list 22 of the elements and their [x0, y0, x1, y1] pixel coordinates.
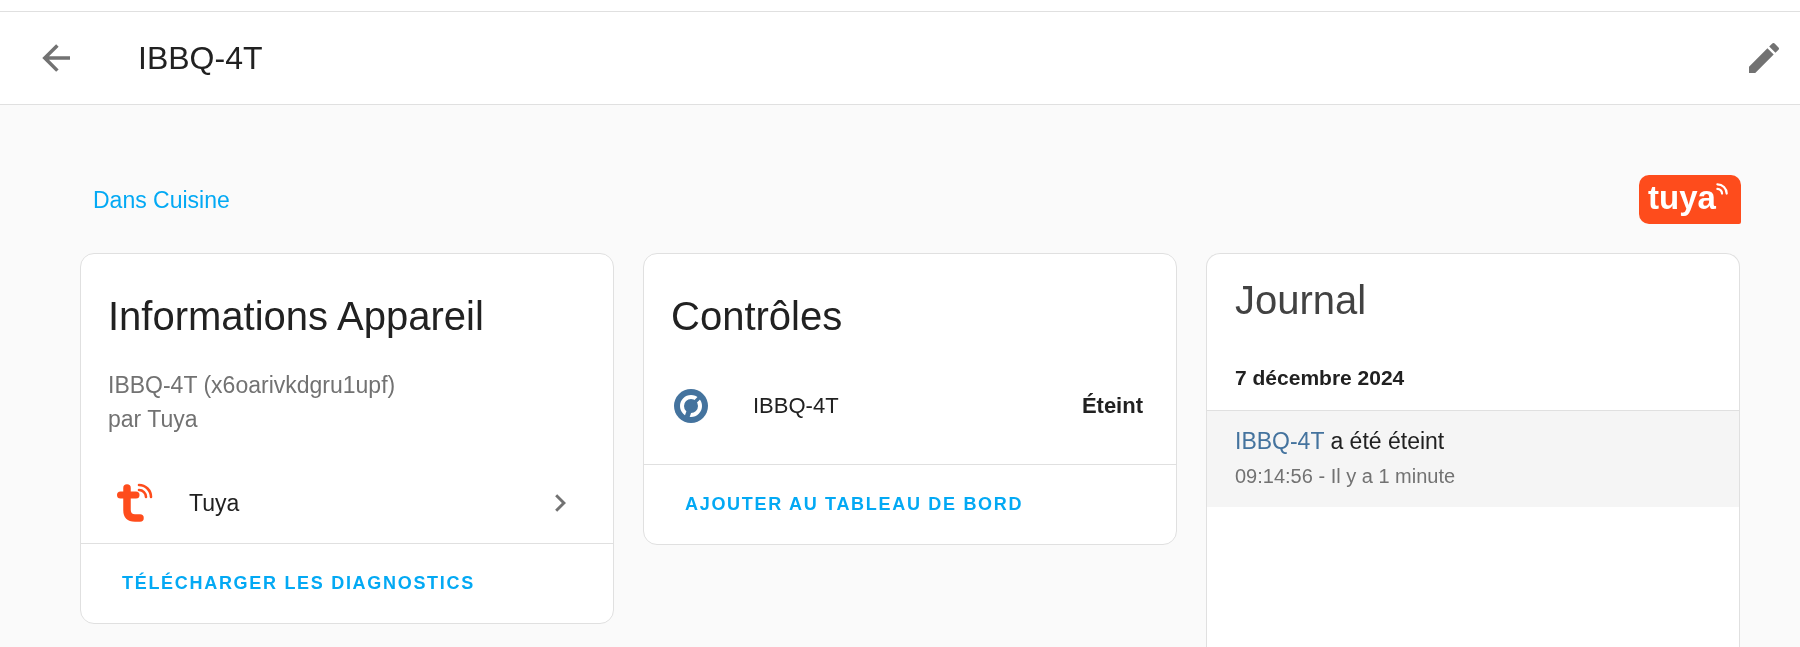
dial-icon — [674, 389, 708, 423]
logbook-message: IBBQ-4T a été éteint — [1235, 427, 1446, 456]
page-title: IBBQ-4T — [138, 39, 263, 78]
add-to-dashboard-button[interactable]: AJOUTER AU TABLEAU DE BORD — [670, 480, 1039, 529]
entity-link[interactable]: IBBQ-4T — [1235, 428, 1325, 454]
card-title: Contrôles — [671, 293, 844, 340]
card-title: Informations Appareil — [108, 293, 485, 340]
back-arrow-icon — [42, 44, 70, 72]
download-diagnostics-button[interactable]: TÉLÉCHARGER LES DIAGNOSTICS — [107, 559, 490, 608]
area-link[interactable]: Dans Cuisine — [93, 184, 230, 215]
t-signal-icon — [116, 482, 154, 524]
signal-arcs-icon — [1715, 182, 1729, 195]
logo-text: tuya — [1648, 179, 1716, 216]
entry-time: 09:14:56 - Il y a 1 minute — [1235, 464, 1457, 489]
device-manufacturer: par Tuya — [108, 405, 199, 434]
card-title: Journal — [1235, 277, 1368, 324]
device-model: IBBQ-4T (x6oarivkdgru1upf) — [108, 371, 397, 400]
integration-link[interactable]: Tuya — [108, 475, 586, 531]
pencil-icon — [1749, 43, 1779, 73]
entity-state: Éteint — [1081, 393, 1143, 419]
chevron-right-icon — [555, 494, 566, 512]
entity-name[interactable]: IBBQ-4T — [753, 393, 839, 419]
